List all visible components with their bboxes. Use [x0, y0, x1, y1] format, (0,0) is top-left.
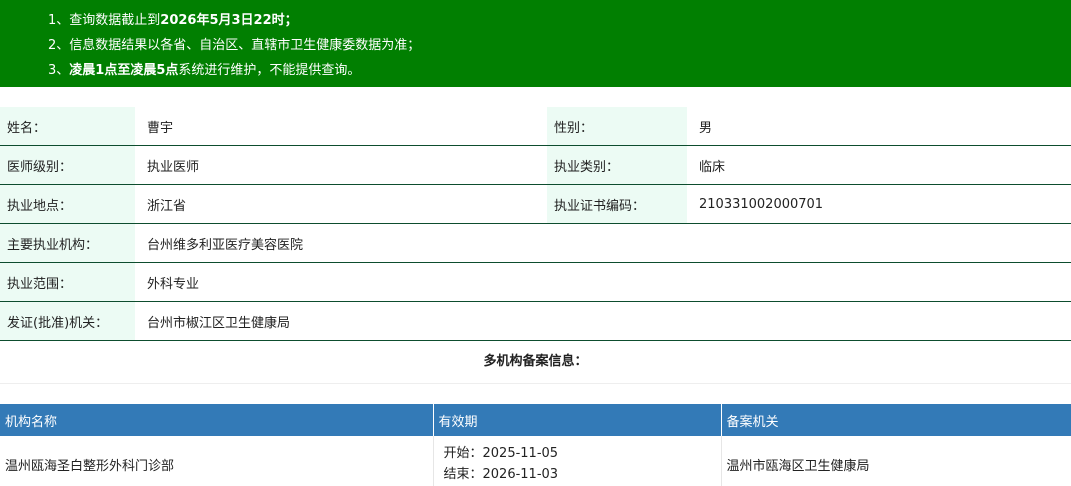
validity-end: 结束：2026-11-03	[443, 467, 559, 482]
notice-line-3: 3、凌晨1点至凌晨5点系统进行维护，不能提供查询。	[48, 58, 1071, 83]
info-row-location: 执业地点： 浙江省 执业证书编码： 210331002000701	[0, 184, 1071, 224]
multi-institution-title: 多机构备案信息：	[0, 341, 1071, 384]
name-value: 曹宇	[135, 107, 547, 146]
header-record-authority: 备案机关	[721, 404, 1071, 436]
notice-line-3-prefix: 3、	[48, 63, 70, 78]
notice-line-1-prefix: 1、查询数据截止到	[48, 13, 161, 28]
notice-line-3-hours: 凌晨1点至凌晨5点	[69, 63, 179, 78]
row-institution-name: 温州瓯海圣白整形外科门诊部	[0, 436, 434, 486]
row-record-authority: 温州市瓯海区卫生健康局	[726, 458, 870, 474]
category-value: 临床	[687, 145, 1071, 185]
row-validity: 开始：2025-11-05 结束：2026-11-03	[433, 436, 722, 486]
header-institution-name: 机构名称	[0, 404, 434, 436]
validity-start: 开始：2025-11-05	[443, 446, 559, 461]
info-row-name: 姓名： 曹宇 性别： 男	[0, 107, 1071, 146]
notice-line-3-suffix: 系统进行维护，不能提供查询。	[178, 63, 361, 78]
institution-label: 主要执业机构：	[0, 223, 135, 263]
cert-value: 210331002000701	[687, 184, 1071, 224]
location-value: 浙江省	[135, 184, 547, 224]
level-value: 执业医师	[135, 145, 547, 185]
notice-line-1: 1、查询数据截止到2026年5月3日22时；	[48, 8, 1071, 33]
notice-banner: 1、查询数据截止到2026年5月3日22时； 2、信息数据结果以各省、自治区、直…	[0, 0, 1071, 87]
scope-label: 执业范围：	[0, 262, 135, 302]
info-row-scope: 执业范围： 外科专业	[0, 262, 1071, 302]
doctor-info-table: 姓名： 曹宇 性别： 男 医师级别： 执业医师 执业类别： 临床 执业地点： 浙…	[0, 107, 1071, 341]
header-validity: 有效期	[433, 404, 722, 436]
cert-label: 执业证书编码：	[547, 184, 687, 224]
notice-line-1-date: 2026年5月3日22时	[160, 13, 285, 28]
notice-line-2: 2、信息数据结果以各省、自治区、直辖市卫生健康委数据为准；	[48, 38, 421, 53]
category-label: 执业类别：	[547, 145, 687, 185]
table-row: 温州瓯海圣白整形外科门诊部 开始：2025-11-05 结束：2026-11-0…	[0, 436, 1071, 486]
location-label: 执业地点：	[0, 184, 135, 224]
info-row-level: 医师级别： 执业医师 执业类别： 临床	[0, 145, 1071, 185]
notice-line-1-suffix: ；	[284, 13, 298, 28]
name-label: 姓名：	[0, 107, 135, 146]
scope-value: 外科专业	[135, 262, 1071, 302]
institution-value: 台州维多利亚医疗美容医院	[135, 223, 1071, 263]
info-row-authority: 发证(批准)机关： 台州市椒江区卫生健康局	[0, 301, 1071, 341]
authority-label: 发证(批准)机关：	[0, 301, 135, 341]
info-row-institution: 主要执业机构： 台州维多利亚医疗美容医院	[0, 223, 1071, 263]
gender-value: 男	[687, 107, 1071, 146]
multi-institution-table: 机构名称 有效期 备案机关 温州瓯海圣白整形外科门诊部 开始：2025-11-0…	[0, 404, 1071, 486]
level-label: 医师级别：	[0, 145, 135, 185]
table-header-row: 机构名称 有效期 备案机关	[0, 404, 1071, 436]
gender-label: 性别：	[547, 107, 687, 146]
authority-value: 台州市椒江区卫生健康局	[135, 301, 1071, 341]
